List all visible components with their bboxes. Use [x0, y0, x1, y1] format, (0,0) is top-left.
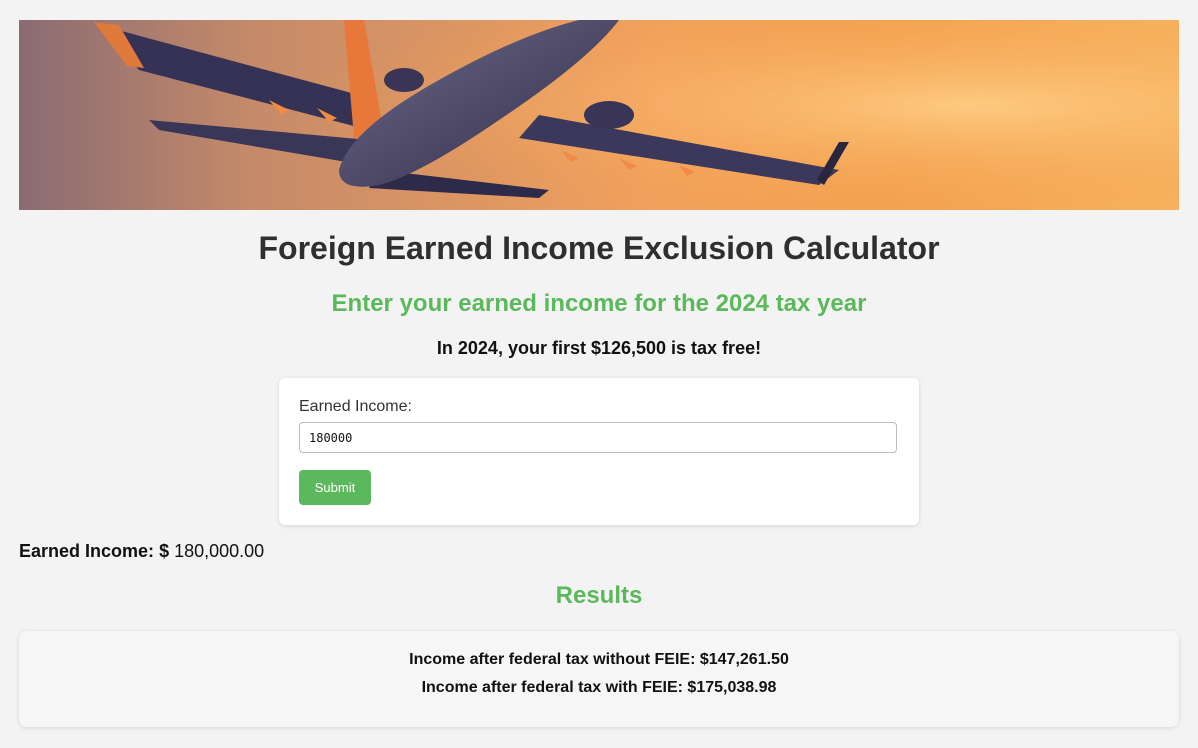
earned-income-summary: Earned Income: $ 180,000.00 — [19, 541, 264, 562]
earned-income-summary-label: Earned Income: — [19, 541, 155, 561]
page: Foreign Earned Income Exclusion Calculat… — [0, 0, 1198, 748]
results-heading: Results — [555, 582, 643, 609]
income-form: Earned Income: Submit — [279, 378, 919, 525]
earned-income-value: 180,000.00 — [174, 541, 265, 561]
airplane-image — [19, 20, 1179, 210]
result-without-feie: Income after federal tax without FEIE: $… — [409, 651, 789, 668]
page-title: Foreign Earned Income Exclusion Calculat… — [258, 230, 940, 266]
tax-free-note: In 2024, your first $126,500 is tax free… — [436, 338, 762, 358]
submit-button[interactable]: Submit — [299, 470, 371, 505]
currency-symbol: $ — [159, 541, 170, 561]
results-card: Income after federal tax without FEIE: $… — [19, 631, 1179, 727]
earned-income-input[interactable] — [299, 422, 897, 453]
earned-income-label: Earned Income: — [299, 398, 412, 415]
banner-image — [19, 20, 1179, 210]
page-subtitle: Enter your earned income for the 2024 ta… — [331, 290, 867, 317]
result-with-feie: Income after federal tax with FEIE: $175… — [421, 679, 777, 696]
